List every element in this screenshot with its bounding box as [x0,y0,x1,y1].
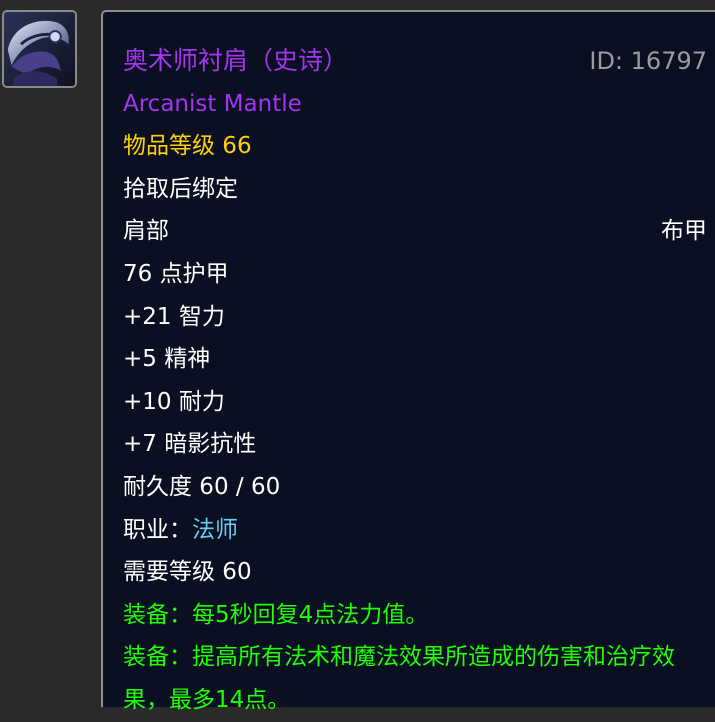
item-level: 物品等级 66 [123,133,252,160]
class-label: 职业： [123,516,192,543]
equip-effect-mana-regen: 装备：每5秒回复4点法力值。 [123,601,429,628]
item-name-cn: 奥术师衬肩（史诗） [123,46,349,75]
class-value-link[interactable]: 法师 [192,517,238,543]
stat-stamina: +10 耐力 [123,388,225,415]
stat-spirit: +5 精神 [123,346,211,373]
binding-text: 拾取后绑定 [123,175,238,202]
arcanist-mantle-shoulder-icon [4,12,75,86]
item-name-en: Arcanist Mantle [123,90,302,117]
item-id: ID: 16797 [589,47,707,75]
armor-type-text: 布甲 [661,218,707,245]
stat-shadow-resistance: +7 暗影抗性 [123,431,257,458]
armor-value: 76 点护甲 [123,260,229,287]
tooltip-title-row: 奥术师衬肩（史诗） ID: 16797 [123,40,707,83]
durability: 耐久度 60 / 60 [123,473,281,500]
required-level: 需要等级 60 [123,559,252,586]
stat-intellect: +21 智力 [123,303,225,330]
class-requirement: 职业：法师 [123,509,707,552]
slot-text: 肩部 [123,218,169,245]
equip-effect-spell-damage: 装备：提高所有法术和魔法效果所造成的伤害和治疗效果，最多14点。 [123,644,675,713]
item-tooltip: 奥术师衬肩（史诗） ID: 16797 Arcanist Mantle 物品等级… [101,10,715,713]
slot-row: 肩部 布甲 [123,210,707,253]
item-icon-frame[interactable] [2,10,77,88]
